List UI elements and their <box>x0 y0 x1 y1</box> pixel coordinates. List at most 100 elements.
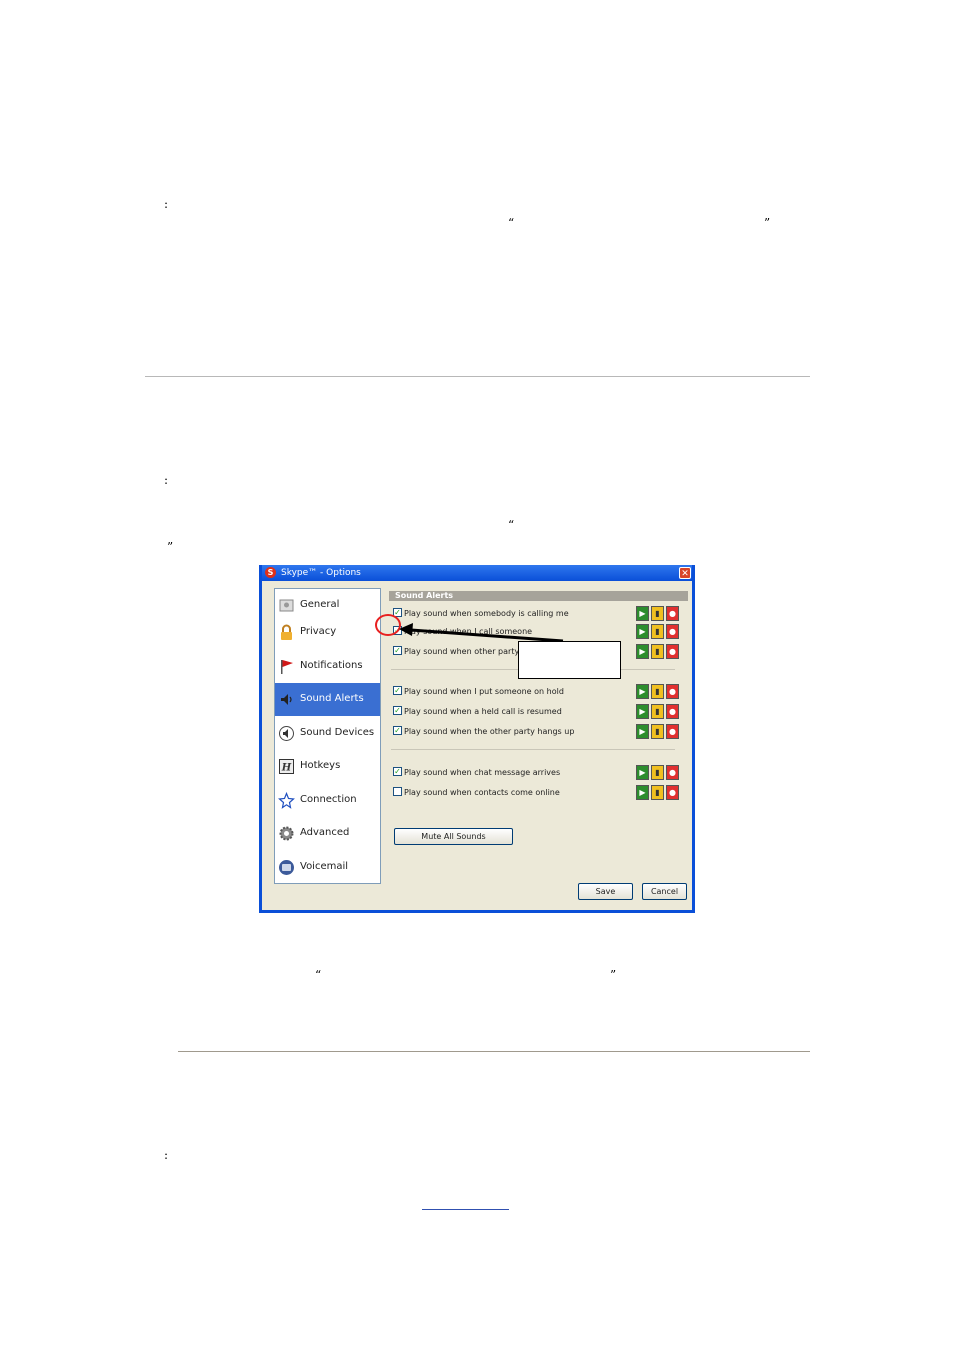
open-quote-mark: “ <box>508 216 515 230</box>
sound-devices-icon <box>279 726 294 741</box>
option-label: Play sound when a held call is resumed <box>404 707 562 716</box>
gear-icon <box>279 826 294 841</box>
sound-controls: ▶ ▮ ● <box>636 785 680 800</box>
option-label: Play sound when chat message arrives <box>404 768 561 777</box>
colon-mark: : <box>164 197 169 211</box>
speaker-icon <box>281 694 292 705</box>
sound-controls: ▶ ▮ ● <box>636 624 680 639</box>
cancel-button[interactable]: Cancel <box>642 883 687 900</box>
sound-controls: ▶ ▮ ● <box>636 704 680 719</box>
section-header: Sound Alerts <box>389 591 688 601</box>
section-divider <box>145 376 810 377</box>
play-icon[interactable]: ▶ <box>636 724 649 739</box>
file-icon[interactable]: ▮ <box>651 624 664 639</box>
lock-icon <box>281 624 292 640</box>
sound-option-calling-me[interactable]: ✓ Play sound when somebody is calling me <box>393 608 569 620</box>
section-title: Sound Alerts <box>395 591 454 600</box>
file-icon[interactable]: ▮ <box>651 765 664 780</box>
file-icon[interactable]: ▮ <box>651 684 664 699</box>
annotation-box <box>518 641 621 679</box>
sound-controls: ▶ ▮ ● <box>636 644 680 659</box>
sound-controls: ▶ ▮ ● <box>636 765 680 780</box>
checkbox[interactable]: ✓ <box>393 686 402 695</box>
checkbox[interactable] <box>393 787 402 796</box>
dialog-title-bar: S Skype™ - Options ✕ <box>262 565 692 581</box>
nav-item-label: Privacy <box>300 626 337 637</box>
file-icon[interactable]: ▮ <box>651 704 664 719</box>
remove-icon[interactable]: ● <box>666 624 679 639</box>
general-icon <box>279 599 294 612</box>
play-icon[interactable]: ▶ <box>636 765 649 780</box>
close-quote-mark: ” <box>610 968 617 982</box>
nav-item-voicemail[interactable]: Voicemail <box>275 851 380 884</box>
file-icon[interactable]: ▮ <box>651 606 664 621</box>
nav-item-label: Connection <box>300 794 357 805</box>
voicemail-icon <box>279 860 294 875</box>
sound-controls: ▶ ▮ ● <box>636 724 680 739</box>
dialog-title: Skype™ - Options <box>281 568 361 578</box>
file-icon[interactable]: ▮ <box>651 785 664 800</box>
connection-icon <box>278 792 295 809</box>
svg-text:H: H <box>281 763 292 774</box>
option-label: Play sound when contacts come online <box>404 788 560 797</box>
close-button[interactable]: ✕ <box>679 567 691 579</box>
close-quote-mark: ” <box>167 540 174 554</box>
skype-logo-icon: S <box>265 567 276 578</box>
remove-icon[interactable]: ● <box>666 724 679 739</box>
play-icon[interactable]: ▶ <box>636 684 649 699</box>
option-label: Play sound when I put someone on hold <box>404 687 564 696</box>
option-label: Play sound when somebody is calling me <box>404 609 569 618</box>
remove-icon[interactable]: ● <box>666 704 679 719</box>
play-icon[interactable]: ▶ <box>636 624 649 639</box>
checkbox[interactable]: ✓ <box>393 726 402 735</box>
remove-icon[interactable]: ● <box>666 785 679 800</box>
checkbox[interactable]: ✓ <box>393 706 402 715</box>
hotkeys-icon: H <box>279 759 294 774</box>
sound-controls: ▶ ▮ ● <box>636 606 680 621</box>
options-nav: General Privacy Notifications Sound Aler… <box>274 588 381 884</box>
nav-item-label: Advanced <box>300 827 350 838</box>
group-divider <box>391 749 675 750</box>
nav-item-connection[interactable]: Connection <box>275 784 380 817</box>
play-icon[interactable]: ▶ <box>636 785 649 800</box>
file-icon[interactable]: ▮ <box>651 644 664 659</box>
nav-item-label: General <box>300 599 340 610</box>
remove-icon[interactable]: ● <box>666 644 679 659</box>
sound-option-chat-message[interactable]: ✓ Play sound when chat message arrives <box>393 767 560 779</box>
checkbox[interactable]: ✓ <box>393 767 402 776</box>
nav-item-notifications[interactable]: Notifications <box>275 650 380 683</box>
section-divider <box>178 1051 810 1052</box>
save-button[interactable]: Save <box>578 883 633 900</box>
sound-option-contacts-online[interactable]: Play sound when contacts come online <box>393 787 560 799</box>
sound-controls: ▶ ▮ ● <box>636 684 680 699</box>
play-icon[interactable]: ▶ <box>636 704 649 719</box>
remove-icon[interactable]: ● <box>666 606 679 621</box>
hyperlink-underline[interactable] <box>422 1209 509 1210</box>
open-quote-mark: “ <box>508 518 515 532</box>
play-icon[interactable]: ▶ <box>636 606 649 621</box>
colon-mark: : <box>164 1148 169 1162</box>
flag-icon <box>281 660 293 674</box>
sound-option-on-hold[interactable]: ✓ Play sound when I put someone on hold <box>393 686 564 698</box>
nav-item-label: Sound Alerts <box>300 693 364 704</box>
open-quote-mark: “ <box>315 968 322 982</box>
sound-option-resumed[interactable]: ✓ Play sound when a held call is resumed <box>393 706 562 718</box>
play-icon[interactable]: ▶ <box>636 644 649 659</box>
nav-item-sound-alerts[interactable]: Sound Alerts <box>275 683 380 716</box>
close-quote-mark: ” <box>764 216 771 230</box>
nav-item-privacy[interactable]: Privacy <box>275 616 380 649</box>
nav-item-label: Voicemail <box>300 861 349 872</box>
nav-item-sound-devices[interactable]: Sound Devices <box>275 717 380 750</box>
mute-all-sounds-button[interactable]: Mute All Sounds <box>394 828 513 845</box>
colon-mark: : <box>164 473 169 487</box>
nav-item-label: Hotkeys <box>300 760 341 771</box>
nav-item-label: Sound Devices <box>300 727 375 738</box>
nav-item-advanced[interactable]: Advanced <box>275 817 380 850</box>
file-icon[interactable]: ▮ <box>651 724 664 739</box>
option-label: Play sound when the other party hangs up <box>404 727 575 736</box>
skype-options-dialog: S Skype™ - Options ✕ General Privacy Not… <box>259 565 695 913</box>
sound-option-hangs-up[interactable]: ✓ Play sound when the other party hangs u… <box>393 726 574 738</box>
nav-item-hotkeys[interactable]: H Hotkeys <box>275 750 380 783</box>
remove-icon[interactable]: ● <box>666 765 679 780</box>
remove-icon[interactable]: ● <box>666 684 679 699</box>
